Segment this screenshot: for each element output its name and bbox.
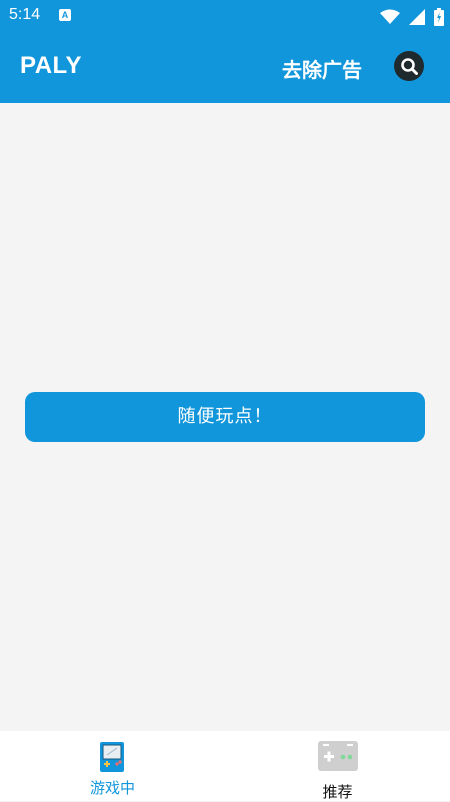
search-icon [401,58,418,75]
wifi-icon [379,9,400,24]
status-icons [376,6,444,26]
nav-item-recommend[interactable]: 推荐 [225,731,450,801]
status-time: 5:14 [9,6,41,23]
remove-ads-button[interactable]: 去除广告 [282,54,362,83]
nav-label-recommend: 推荐 [322,783,353,801]
bottom-nav: 游戏中 推荐 [0,731,450,801]
app-title: PALY [20,52,83,79]
app-bar: PALY 去除广告 [0,32,450,103]
notification-icon: A [59,9,71,21]
gameboy-icon [100,742,124,772]
main-content: 随便玩点！ [0,103,450,731]
gamepad-icon [318,741,358,771]
nav-label-playing: 游戏中 [89,779,135,797]
search-button[interactable] [394,51,424,81]
signal-icon [408,8,425,25]
nav-item-playing[interactable]: 游戏中 [0,731,225,801]
random-play-button[interactable]: 随便玩点！ [25,392,425,442]
battery-icon [434,7,444,26]
status-bar: 5:14 A [0,0,450,32]
